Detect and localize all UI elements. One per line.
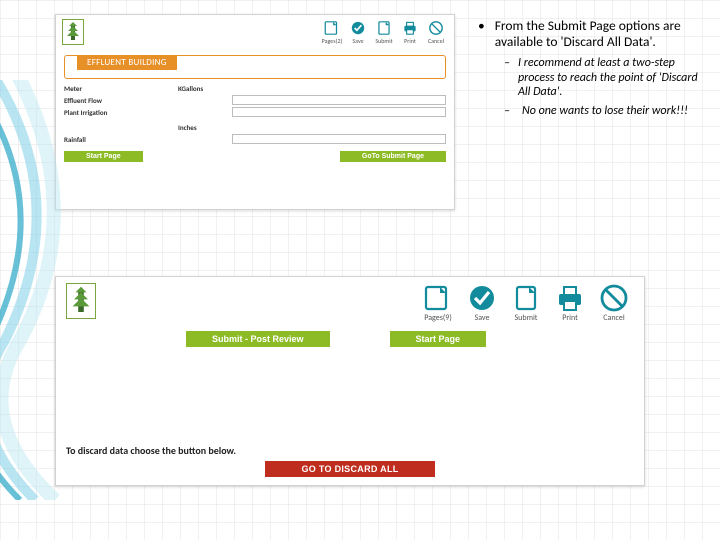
discard-instruction-text: To discard data choose the button below. <box>66 444 236 457</box>
save-label: Save <box>352 37 363 45</box>
save-label: Save <box>475 313 490 323</box>
cancel-icon <box>426 19 446 37</box>
start-page-button[interactable]: Start Page <box>390 331 487 347</box>
dash-2: – <box>504 104 514 118</box>
app-logo <box>66 283 96 319</box>
effluent-flow-input[interactable] <box>232 95 446 105</box>
cancel-button[interactable]: Cancel <box>594 283 634 323</box>
field-label-plant-irrigation: Plant Irrigation <box>64 108 174 117</box>
print-label: Print <box>404 37 416 45</box>
rainfall-input[interactable] <box>232 134 446 144</box>
printer-icon <box>400 19 420 37</box>
cancel-icon <box>596 283 632 313</box>
printer-icon <box>552 283 588 313</box>
submit-doc-icon <box>374 19 394 37</box>
submit-button[interactable]: Submit <box>506 283 546 323</box>
save-button[interactable]: Save <box>462 283 502 323</box>
start-page-button[interactable]: Start Page <box>64 151 143 162</box>
app-logo <box>62 19 84 45</box>
unit-label-kgallons: KGallons <box>178 84 228 93</box>
submit-post-review-button[interactable]: Submit - Post Review <box>186 331 330 347</box>
cancel-label: Cancel <box>428 37 444 45</box>
pages-label: Pages(2) <box>322 37 343 45</box>
plant-irrigation-input[interactable] <box>232 107 446 117</box>
submit-doc-icon <box>508 283 544 313</box>
note-sub-2: No one wants to lose their work!!! <box>522 104 688 118</box>
print-button[interactable]: Print <box>398 19 422 45</box>
pages-button[interactable]: Pages(9) <box>418 283 458 323</box>
pages-label: Pages(9) <box>424 313 452 323</box>
save-check-icon <box>464 283 500 313</box>
unit-label-inches: Inches <box>178 123 228 132</box>
section-header-label: EFFLUENT BUILDING <box>77 55 177 70</box>
cancel-label: Cancel <box>603 313 625 323</box>
go-to-discard-all-button[interactable]: GO TO DISCARD ALL <box>265 461 434 477</box>
note-sub-1: I recommend at least a two-step process … <box>518 56 710 99</box>
field-label-meter: Meter <box>64 84 174 93</box>
goto-submit-button[interactable]: GoTo Submit Page <box>340 151 446 162</box>
screenshot-submit-page: Pages(9) Save Submit Print Cancel Submit… <box>55 276 645 486</box>
screenshot-effluent-form: Pages(2) Save Submit Print Cancel EFFLUE… <box>55 14 455 210</box>
field-label-effluent-flow: Effluent Flow <box>64 96 174 105</box>
cancel-button[interactable]: Cancel <box>424 19 448 45</box>
save-check-icon <box>348 19 368 37</box>
pages-icon <box>322 19 342 37</box>
submit-label: Submit <box>375 37 392 45</box>
submit-label: Submit <box>515 313 538 323</box>
bullet-dot: • <box>478 18 485 50</box>
section-header-box: EFFLUENT BUILDING <box>64 55 446 79</box>
submit-button[interactable]: Submit <box>372 19 396 45</box>
print-button[interactable]: Print <box>550 283 590 323</box>
print-label: Print <box>562 313 578 323</box>
field-label-rainfall: Rainfall <box>64 135 174 144</box>
pages-button[interactable]: Pages(2) <box>320 19 344 45</box>
note-main: From the Submit Page options are availab… <box>495 18 710 50</box>
slide-notes: • From the Submit Page options are avail… <box>478 18 710 122</box>
top-toolbar: Pages(2) Save Submit Print Cancel <box>320 19 448 45</box>
pages-icon <box>420 283 456 313</box>
save-button[interactable]: Save <box>346 19 370 45</box>
bottom-toolbar: Pages(9) Save Submit Print Cancel <box>418 283 634 323</box>
dash-1: – <box>504 56 510 99</box>
